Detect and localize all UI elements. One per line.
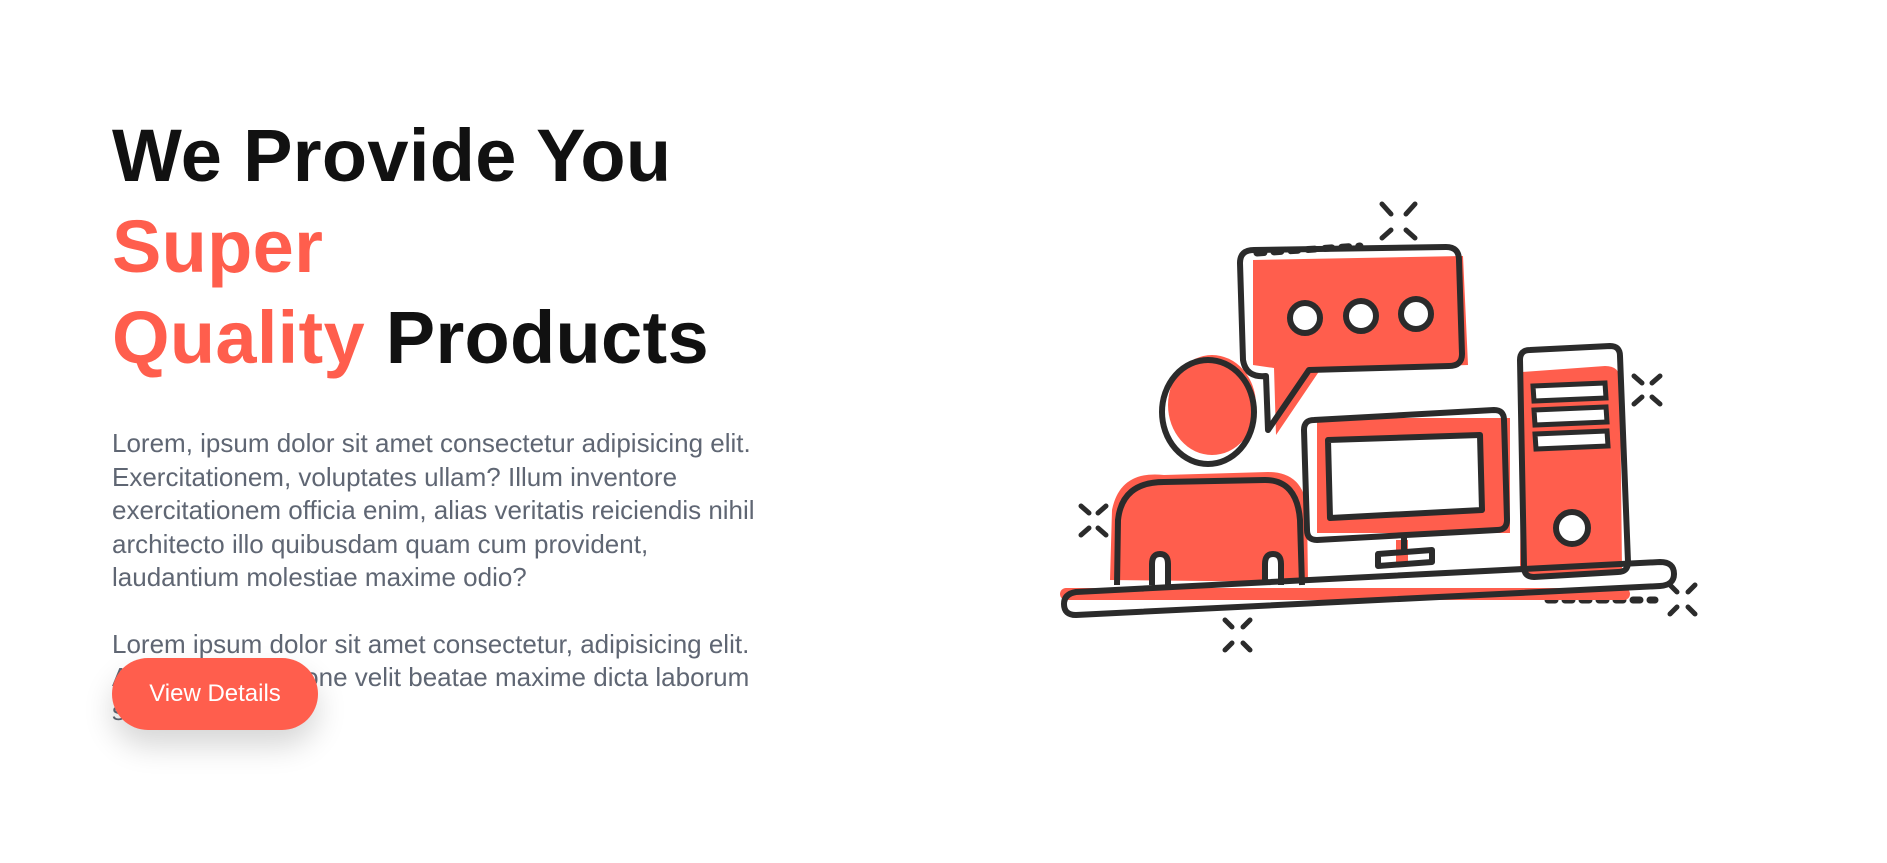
person-arm-left [1149, 550, 1171, 585]
sparkle-icon [1631, 373, 1663, 407]
customer-support-computer-illustration-icon [1060, 201, 1698, 653]
hero-text-block: We Provide You Super Quality Products Lor… [112, 110, 902, 730]
hero-paragraph-1: Lorem, ipsum dolor sit amet consectetur … [112, 428, 755, 592]
tower-power-button [1553, 509, 1591, 547]
chat-dots-icon [1287, 296, 1434, 336]
title-part-1: We Provide You [112, 114, 672, 197]
sparkle-icon [1078, 503, 1109, 538]
sparkle-icon [1379, 201, 1418, 241]
view-details-button[interactable]: View Details [112, 658, 318, 730]
hero-title: We Provide You Super Quality Products [112, 110, 902, 383]
hero-section: We Provide You Super Quality Products Lor… [0, 0, 1887, 863]
sparkle-icon [1667, 582, 1698, 617]
sparkle-icon [1222, 617, 1253, 653]
tower-drive-bays [1530, 380, 1611, 452]
title-part-2: Products [364, 296, 709, 379]
title-accent-quality: Quality [112, 296, 365, 379]
title-accent-super: Super [112, 205, 324, 288]
monitor-screen [1325, 432, 1485, 521]
